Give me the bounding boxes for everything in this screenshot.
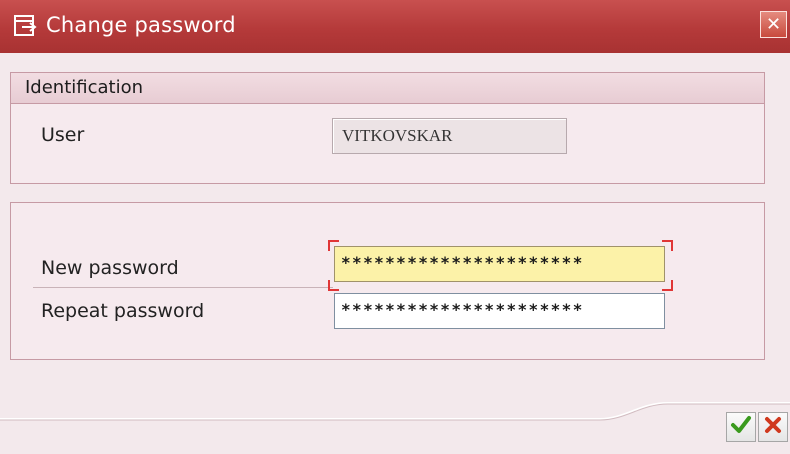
cancel-icon bbox=[763, 415, 783, 439]
focus-corner-tl bbox=[328, 240, 339, 251]
label-divider bbox=[33, 287, 333, 288]
repeat-password-label: Repeat password bbox=[41, 300, 205, 322]
focus-corner-br bbox=[662, 280, 673, 291]
footer-divider bbox=[0, 402, 790, 421]
cancel-button[interactable] bbox=[758, 412, 788, 442]
close-icon: ✕ bbox=[765, 14, 782, 35]
close-button[interactable]: ✕ bbox=[760, 11, 787, 38]
user-label: User bbox=[41, 124, 85, 146]
window-title: Change password bbox=[46, 13, 236, 37]
identification-header: Identification bbox=[11, 73, 764, 104]
password-group: New password ********************** Repe… bbox=[10, 202, 765, 360]
focus-corner-bl bbox=[328, 280, 339, 291]
confirm-button[interactable] bbox=[726, 412, 756, 442]
title-bar: Change password ✕ bbox=[0, 0, 790, 53]
focus-corner-tr bbox=[662, 240, 673, 251]
repeat-password-input[interactable]: ********************** bbox=[334, 293, 665, 329]
identification-group: Identification User VITKOVSKAR bbox=[10, 72, 765, 184]
dialog-window-icon bbox=[14, 15, 38, 37]
new-password-input[interactable]: ********************** bbox=[334, 246, 665, 282]
new-password-label: New password bbox=[41, 257, 179, 279]
checkmark-icon bbox=[730, 415, 752, 439]
user-field: VITKOVSKAR bbox=[332, 118, 567, 154]
